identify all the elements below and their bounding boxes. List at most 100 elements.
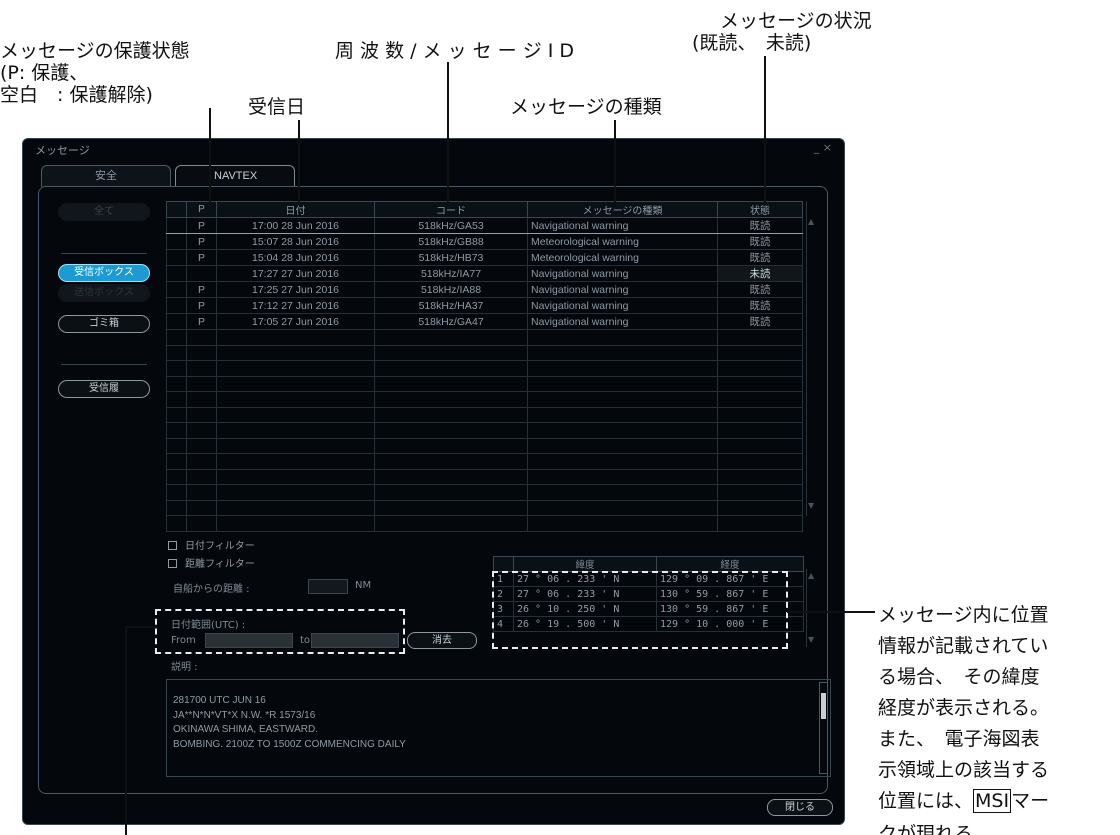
cell-type [527,329,718,346]
cell-code [374,360,528,377]
clear-button[interactable]: 消去 [407,632,477,649]
window-close-button[interactable]: _ × [814,141,832,154]
checkbox-icon[interactable] [168,559,177,568]
cell-p [186,515,217,532]
cell-p: P [186,249,217,266]
cell-code [374,437,528,454]
scroll-up-arrow-icon[interactable]: ▲ [808,217,814,226]
scroll-down-arrow-icon[interactable]: ▼ [808,501,814,510]
description-line: JA**N*N*VT*X N.W. *R 1573/16 [173,709,316,721]
distance-filter-checkbox[interactable]: 距離フィルター [168,555,255,570]
cell-code [374,375,528,392]
all-button[interactable]: 全て [58,203,150,221]
sidebar-divider [61,364,147,365]
row-select-cell [166,391,187,408]
own-ship-distance-label: 自船からの距離 : [173,584,250,595]
received-history-button[interactable]: 受信履 [58,380,150,398]
cell-code [374,453,528,470]
cell-p [186,329,217,346]
cell-p: P [186,297,217,314]
column-header-protection[interactable]: P [186,201,217,218]
leader-line [764,56,766,202]
row-select-cell [166,313,187,330]
cell-date [216,406,375,423]
leader-line [125,626,127,835]
annotation-received-date: 受信日 [248,96,306,118]
scroll-down-arrow-icon[interactable]: ▼ [808,635,814,644]
cell-status: 既読 [717,233,803,250]
table-row[interactable]: P 15:04 28 Jun 2016 518kHz/HB73 Meteorologi… [166,249,803,266]
column-header-message-type[interactable]: メッセージの種類 [527,201,718,218]
scrollbar-thumb[interactable] [821,693,826,719]
cell-status: 未読 [717,265,803,282]
cell-type [527,499,718,516]
description-scrollbar[interactable] [819,682,828,774]
cell-status [717,344,803,361]
message-window: メッセージ _ × 安全 NAVTEX 全て 受信ボックス 送信ボックス ゴミ箱… [22,138,845,825]
position-table-scrollbar[interactable]: ▲ ▼ [806,569,816,647]
cell-type: Navigational warning [527,313,718,330]
message-table: P 日付 コード メッセージの種類 状態 P 17:00 28 Jun 2016 5… [166,201,803,532]
checkbox-icon[interactable] [168,541,177,550]
cell-code: 518kHz/IA77 [374,265,528,282]
row-select-cell [166,233,187,250]
table-row [166,453,803,470]
cell-p: P [186,313,217,330]
distance-input[interactable] [308,579,348,594]
cell-date: 17:00 28 Jun 2016 [216,217,375,234]
table-row[interactable]: P 17:25 27 Jun 2016 518kHz/IA88 Navigationa… [166,281,803,298]
cell-date [216,329,375,346]
cell-status: 既読 [717,249,803,266]
cell-p [186,468,217,485]
cell-type [527,406,718,423]
row-select-cell [166,468,187,485]
table-row [166,375,803,392]
cell-type: Meteorological warning [527,233,718,250]
cell-p [186,406,217,423]
column-header-date[interactable]: 日付 [216,201,375,218]
column-header-latitude: 緯度 [513,556,657,572]
leader-line [125,626,158,628]
leader-line [614,120,616,202]
trash-button[interactable]: ゴミ箱 [58,315,150,333]
cell-status [717,360,803,377]
cell-type [527,391,718,408]
cell-date [216,499,375,516]
column-header-code[interactable]: コード [374,201,528,218]
column-header-status[interactable]: 状態 [717,201,803,218]
cell-p [186,422,217,439]
tab-navtex[interactable]: NAVTEX [175,165,295,187]
leader-line [209,108,211,202]
table-row[interactable]: P 17:05 27 Jun 2016 518kHz/GA47 Navigationa… [166,313,803,330]
column-header-index [493,556,514,572]
cell-type: Meteorological warning [527,249,718,266]
close-button[interactable]: 閉じる [767,799,833,816]
table-row[interactable]: P 17:00 28 Jun 2016 518kHz/GA53 Navigationa… [166,217,803,234]
scroll-up-arrow-icon[interactable]: ▲ [808,571,814,580]
row-select-cell [166,422,187,439]
table-row[interactable]: P 15:07 28 Jun 2016 518kHz/GB88 Meteorologi… [166,233,803,250]
row-select-cell [166,281,187,298]
row-select-cell [166,437,187,454]
table-row [166,468,803,485]
message-table-scrollbar[interactable]: ▲ ▼ [806,201,816,516]
tab-safety[interactable]: 安全 [41,165,171,187]
cell-date [216,484,375,501]
cell-type [527,515,718,532]
cell-date: 15:07 28 Jun 2016 [216,233,375,250]
row-select-cell [166,484,187,501]
outbox-button[interactable]: 送信ボックス [58,284,150,302]
description-line: 281700 UTC JUN 16 [173,695,266,706]
row-select-cell [166,453,187,470]
cell-p [186,391,217,408]
row-select-cell [166,217,187,234]
table-row[interactable]: 17:27 27 Jun 2016 518kHz/IA77 Navigational… [166,265,803,282]
cell-status: 既読 [717,297,803,314]
cell-date: 15:04 28 Jun 2016 [216,249,375,266]
date-filter-checkbox[interactable]: 日付フィルター [168,537,255,552]
table-row[interactable]: P 17:12 27 Jun 2016 518kHz/HA37 Navigationa… [166,297,803,314]
cell-code [374,515,528,532]
table-row [166,515,803,532]
cell-code [374,499,528,516]
inbox-button[interactable]: 受信ボックス [58,264,150,282]
